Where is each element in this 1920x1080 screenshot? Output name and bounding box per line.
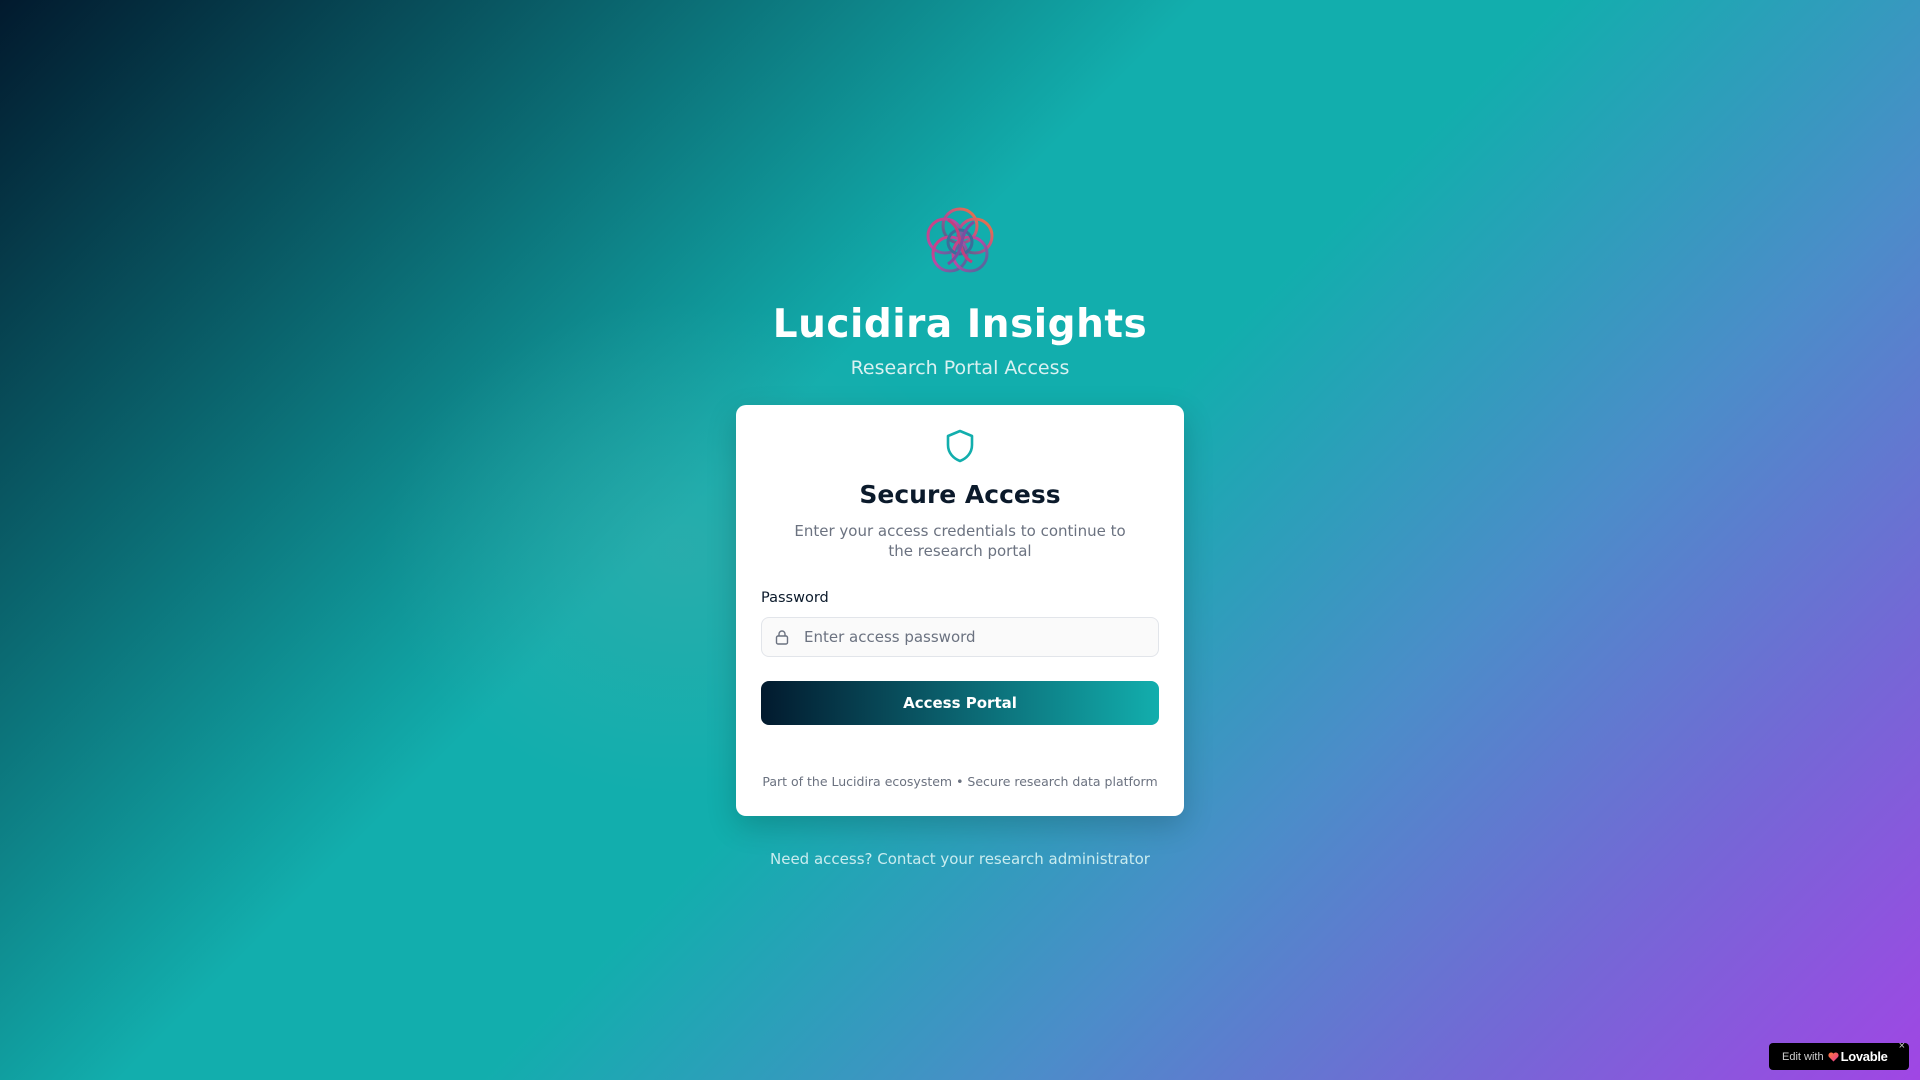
card-title: Secure Access	[859, 480, 1061, 509]
card-description: Enter your access credentials to continu…	[794, 522, 1126, 560]
help-text: Need access? Contact your research admin…	[770, 850, 1150, 868]
badge-prefix: Edit with	[1782, 1050, 1824, 1063]
shield-icon	[946, 429, 974, 463]
badge-brand: Lovable	[1840, 1049, 1888, 1064]
brand-logo	[926, 207, 994, 273]
app-title: Lucidira Insights	[772, 302, 1148, 347]
card-footer: Part of the Lucidira ecosystem • Secure …	[762, 774, 1158, 789]
app-subtitle: Research Portal Access	[850, 357, 1070, 379]
close-icon[interactable]: ×	[1899, 1040, 1905, 1052]
password-input[interactable]	[804, 628, 1134, 646]
page-content: Lucidira Insights Research Portal Access…	[0, 0, 1920, 868]
password-field[interactable]	[761, 617, 1159, 657]
edit-with-lovable-badge[interactable]: Edit with Lovable ×	[1769, 1040, 1909, 1070]
access-portal-button[interactable]: Access Portal	[761, 681, 1159, 725]
password-label: Password	[761, 590, 829, 606]
login-card: Secure Access Enter your access credenti…	[736, 405, 1184, 816]
lock-icon	[775, 630, 789, 645]
lovable-heart-icon	[1828, 1051, 1839, 1061]
